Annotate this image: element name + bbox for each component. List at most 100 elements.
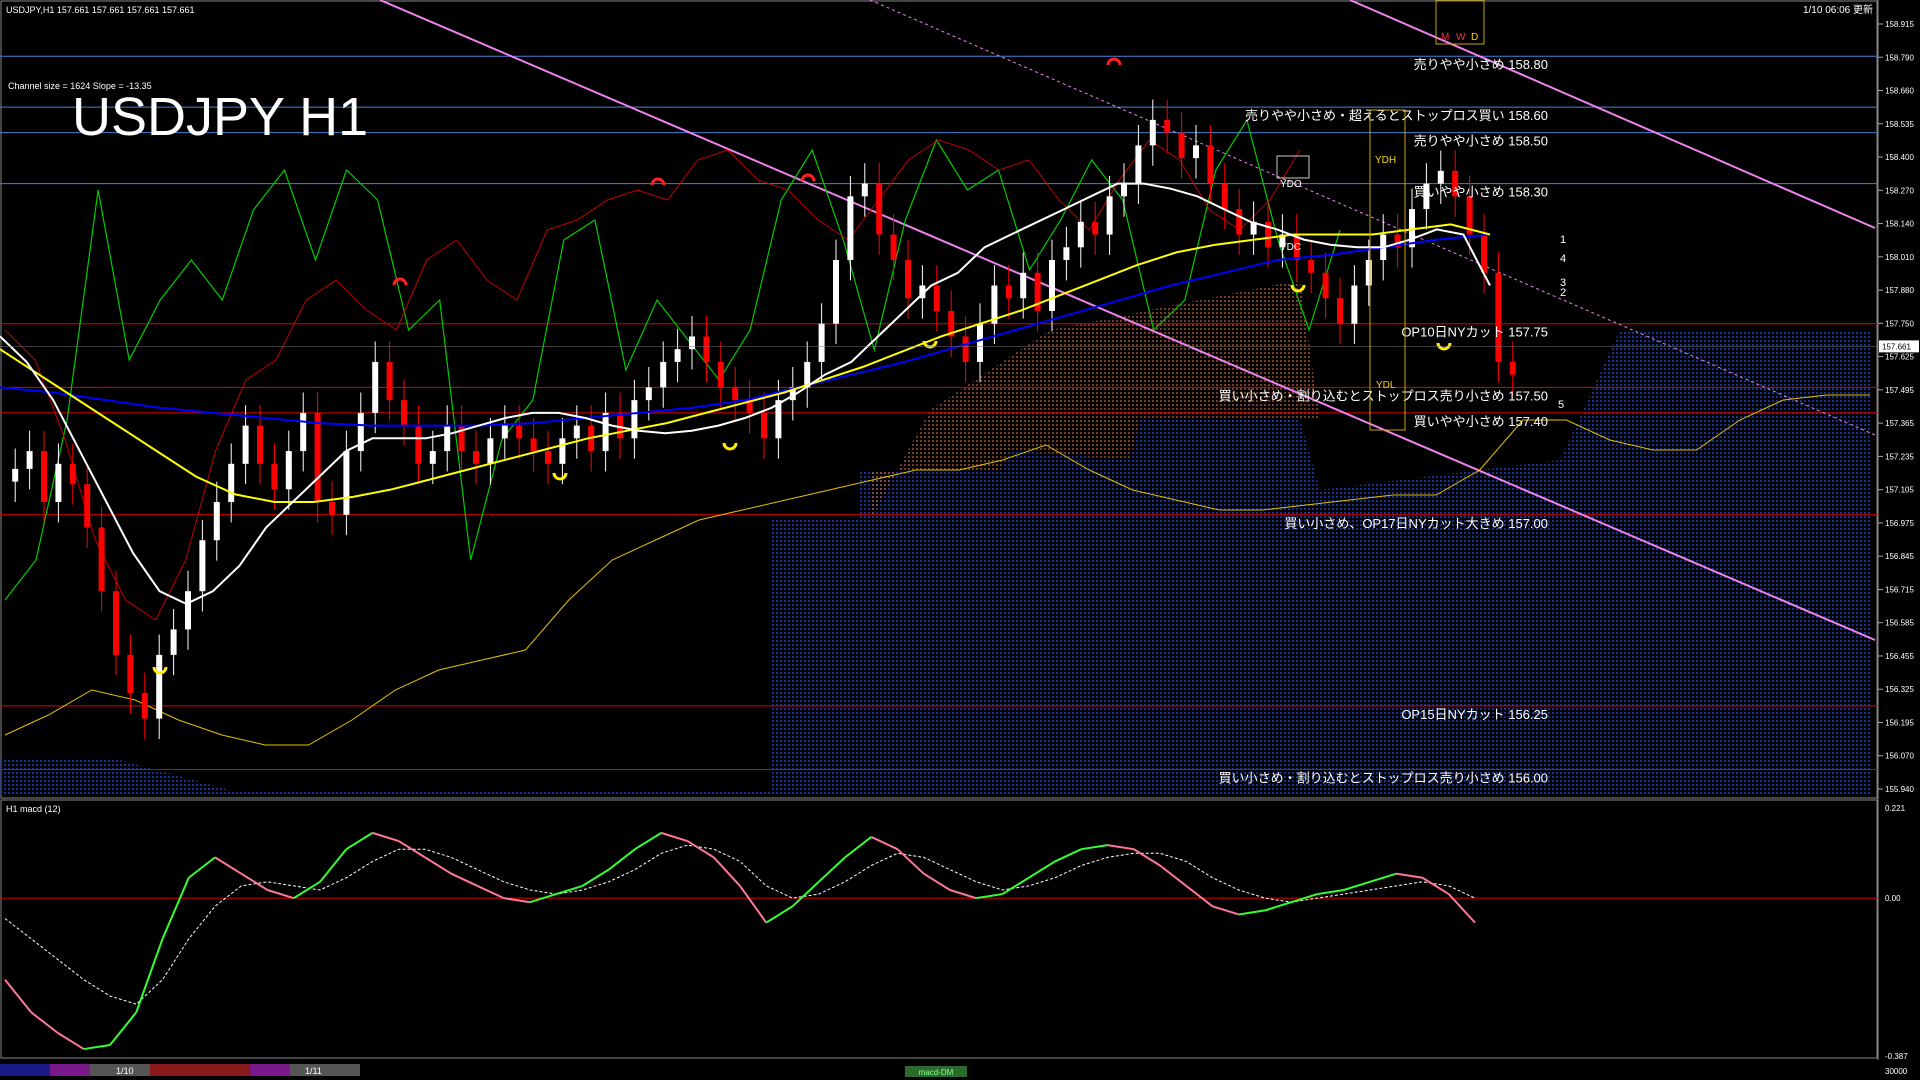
candle-bull: [631, 400, 638, 439]
candle-bear: [1236, 209, 1243, 235]
candle-bear: [617, 412, 623, 439]
price-tick-label: 157.235: [1885, 452, 1914, 461]
forecast-5: 5: [1558, 399, 1564, 411]
candle-bear: [1207, 145, 1214, 184]
candle-bear: [732, 387, 739, 401]
candle-bear: [962, 336, 969, 362]
candle-bear: [41, 451, 47, 503]
candle-bull: [1437, 170, 1444, 184]
candle-bear: [1178, 132, 1185, 159]
candle-bear: [933, 285, 940, 311]
candle-bull: [343, 451, 350, 515]
candle-bear: [761, 412, 767, 439]
candle-bull: [1063, 247, 1070, 261]
candle-bear: [1092, 221, 1099, 235]
price-tick-label: 157.625: [1885, 353, 1914, 362]
candle-bear: [1481, 234, 1487, 273]
candle-bull: [602, 412, 609, 452]
candle-bull: [674, 349, 681, 362]
macd-tab-label[interactable]: macd-DM: [919, 1068, 954, 1077]
ydc-label: YDC: [1280, 242, 1301, 253]
candle-bull: [1077, 221, 1084, 248]
candle-bear: [890, 234, 897, 261]
candle-bear: [473, 451, 479, 464]
macd-axis-label: 0.221: [1885, 804, 1906, 813]
candle-bull: [170, 629, 177, 655]
big-title: USDJPY H1: [72, 87, 368, 147]
price-level-label: 買いやや小さめ 157.40: [1414, 414, 1548, 429]
price-tick-label: 156.845: [1885, 552, 1914, 561]
candle-bear: [876, 183, 883, 235]
price-tick-label: 158.400: [1885, 153, 1914, 162]
price-tick-label: 158.660: [1885, 87, 1914, 96]
candle-bear: [141, 693, 148, 719]
candle-bear: [1308, 260, 1315, 273]
symbol-info: USDJPY,H1 157.661 157.661 157.661 157.66…: [6, 5, 195, 15]
price-tick-label: 156.715: [1885, 585, 1914, 594]
session-bar-5: [250, 1064, 290, 1076]
macd-axis-label: 0.00: [1885, 894, 1901, 903]
candle-bear: [329, 502, 335, 515]
ydh-label: YDH: [1375, 155, 1396, 166]
price-tick-label: 156.325: [1885, 685, 1914, 694]
mwd-w: W: [1456, 32, 1466, 43]
candle-bear: [98, 527, 105, 592]
candle-bull: [199, 540, 206, 592]
candle-bull: [242, 425, 249, 464]
candle-bull: [573, 425, 580, 439]
candle-bear: [703, 336, 710, 362]
price-tick-label: 157.880: [1885, 286, 1914, 295]
update-time: 1/10 06:06 更新: [1803, 3, 1873, 16]
candle-bull: [55, 463, 62, 503]
candle-bull: [1193, 145, 1199, 159]
forecast-2: 2: [1560, 287, 1566, 299]
time-axis-right-label: 30000: [1885, 1067, 1908, 1076]
price-tick-label: 156.070: [1885, 752, 1914, 761]
time-label-2: 1/11: [305, 1066, 322, 1076]
price-tick-label: 157.365: [1885, 419, 1914, 428]
macd-title: H1 macd (12): [6, 804, 61, 814]
candle-bear: [1337, 298, 1343, 324]
candle-bear: [314, 412, 321, 503]
ydo-label: YDO: [1280, 179, 1302, 190]
candle-bull: [660, 361, 667, 388]
price-level-label: 買い小さめ、OP17日NYカット大きめ 157.00: [1284, 516, 1548, 531]
price-tick-label: 155.940: [1885, 785, 1914, 794]
candle-bull: [1135, 145, 1142, 184]
price-tick-label: 158.790: [1885, 53, 1914, 62]
candle-bear: [271, 463, 278, 490]
candle-bull: [1049, 260, 1055, 311]
price-tick-label: 158.010: [1885, 253, 1914, 262]
price-tick-label: 157.105: [1885, 486, 1914, 495]
candle-bull: [185, 591, 191, 630]
session-bar-2: [50, 1064, 90, 1076]
candle-bull: [818, 323, 825, 362]
price-level-label: 売りやや小さめ 158.50: [1414, 134, 1548, 149]
candle-bear: [905, 260, 911, 299]
price-tick-label: 158.915: [1885, 20, 1914, 29]
candle-bear: [1509, 361, 1516, 375]
session-bar-1: [0, 1064, 50, 1076]
candle-bull: [26, 451, 33, 469]
candle-bull: [559, 438, 566, 464]
candle-bear: [69, 463, 76, 485]
candle-bull: [156, 654, 163, 719]
price-level-label: 売りやや小さめ 158.80: [1414, 57, 1548, 72]
candle-bear: [257, 425, 263, 464]
price-level-label: OP10日NYカット 157.75: [1401, 325, 1548, 340]
candle-bear: [113, 591, 119, 655]
price-tick-label: 158.140: [1885, 220, 1914, 229]
forecast-1: 1: [1560, 234, 1566, 246]
trading-chart[interactable]: 売りやや小さめ 158.80売りやや小さめ・超えるとストップロス買い 158.6…: [0, 0, 1920, 1080]
time-label-1: 1/10: [116, 1066, 134, 1076]
session-bar-6: [290, 1064, 360, 1076]
mwd-m: M: [1441, 32, 1449, 43]
price-tick-label: 157.495: [1885, 386, 1914, 395]
price-tick-label: 156.975: [1885, 519, 1914, 528]
candle-bull: [487, 438, 494, 464]
candle-bear: [84, 484, 91, 528]
candle-bull: [213, 502, 220, 541]
current-price-label: 157.661: [1882, 342, 1911, 351]
candle-bear: [516, 425, 523, 439]
candle-bull: [12, 468, 19, 482]
